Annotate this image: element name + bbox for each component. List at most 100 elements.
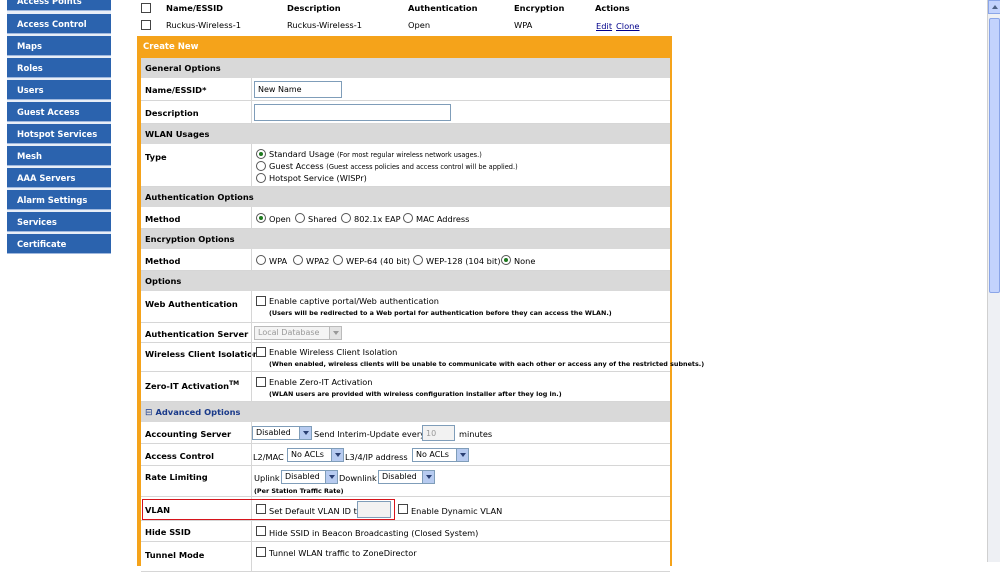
- enc-wep128-radio[interactable]: [413, 255, 423, 265]
- row-name: Ruckus-Wireless-1: [166, 20, 241, 30]
- dynamic-vlan-checkbox[interactable]: [398, 504, 408, 514]
- auth-mac-label: MAC Address: [416, 214, 470, 224]
- zero-it-label: Zero-IT ActivationTM: [145, 380, 240, 391]
- tunnel-mode-checkbox[interactable]: [256, 547, 266, 557]
- auth-shared-label: Shared: [308, 214, 337, 224]
- row-description: Ruckus-Wireless-1: [287, 20, 362, 30]
- name-label: Name/ESSID*: [145, 85, 207, 95]
- sidebar-item-hotspot-services[interactable]: Hotspot Services: [7, 124, 111, 144]
- access-control-label: Access Control: [145, 451, 214, 461]
- auth-8021x-radio[interactable]: [341, 213, 351, 223]
- description-label: Description: [145, 108, 199, 118]
- edit-link[interactable]: Edit: [596, 21, 612, 31]
- enc-none-label: None: [514, 256, 536, 266]
- col-header-description: Description: [287, 3, 341, 13]
- name-row: Name/ESSID* New Name: [141, 78, 670, 101]
- create-new-title: Create New: [143, 42, 199, 52]
- accounting-select[interactable]: Disabled: [252, 426, 312, 440]
- row-encryption: WPA: [514, 20, 533, 30]
- auth-method-row: Method Open Shared 802.1x EAP MAC Addres…: [141, 207, 670, 229]
- auth-mac-radio[interactable]: [403, 213, 413, 223]
- zero-it-text: Enable Zero-IT Activation: [269, 377, 373, 387]
- chevron-down-icon: [422, 471, 434, 483]
- type-label: Type: [145, 152, 167, 162]
- hide-ssid-label: Hide SSID: [145, 527, 191, 537]
- enc-wpa-label: WPA: [269, 256, 288, 266]
- create-new-panel: Create New General Options Name/ESSID* N…: [137, 36, 704, 572]
- scrollbar-thumb[interactable]: [989, 18, 1000, 293]
- rate-limiting-label: Rate Limiting: [145, 472, 208, 482]
- zero-it-checkbox[interactable]: [256, 377, 266, 387]
- enc-wep64-radio[interactable]: [333, 255, 343, 265]
- general-options-header: General Options: [141, 58, 670, 78]
- sidebar-item-roles[interactable]: Roles: [7, 58, 111, 78]
- sidebar-item-mesh[interactable]: Mesh: [7, 146, 111, 166]
- interim-unit: minutes: [459, 429, 493, 439]
- name-input[interactable]: New Name: [254, 81, 342, 98]
- standard-usage-radio[interactable]: [256, 149, 266, 159]
- guest-access-label: Guest Access (Guest access policies and …: [269, 161, 518, 171]
- select-all-checkbox[interactable]: [141, 3, 151, 13]
- interim-label: Send Interim-Update every: [314, 429, 426, 439]
- sidebar: Access Points Access Control Maps Roles …: [0, 0, 120, 562]
- enc-method-row: Method WPA WPA2 WEP-64 (40 bit) WEP-128 …: [141, 249, 670, 271]
- hide-ssid-checkbox[interactable]: [256, 526, 266, 536]
- interim-input[interactable]: 10: [422, 425, 455, 441]
- web-auth-note: (Users will be redirected to a Web porta…: [269, 309, 612, 317]
- enc-wpa-radio[interactable]: [256, 255, 266, 265]
- col-header-actions: Actions: [595, 3, 630, 13]
- access-control-row: Access Control L2/MAC No ACLs L3/4/IP ad…: [141, 444, 670, 466]
- chevron-down-icon: [331, 449, 343, 461]
- enc-wpa2-radio[interactable]: [293, 255, 303, 265]
- downlink-select[interactable]: Disabled: [378, 470, 435, 484]
- accounting-row: Accounting Server Disabled Send Interim-…: [141, 422, 670, 444]
- sidebar-item-aaa-servers[interactable]: AAA Servers: [7, 168, 111, 188]
- rate-limiting-row: Rate Limiting Uplink Disabled Downlink D…: [141, 466, 670, 497]
- guest-access-radio[interactable]: [256, 161, 266, 171]
- enc-wep64-label: WEP-64 (40 bit): [346, 256, 411, 266]
- web-auth-checkbox[interactable]: [256, 296, 266, 306]
- col-header-authentication: Authentication: [408, 3, 478, 13]
- hide-ssid-text: Hide SSID in Beacon Broadcasting (Closed…: [269, 528, 479, 538]
- sidebar-item-alarm-settings[interactable]: Alarm Settings: [7, 190, 111, 210]
- hotspot-service-radio[interactable]: [256, 173, 266, 183]
- hotspot-service-label: Hotspot Service (WISPr): [269, 173, 367, 183]
- auth-shared-radio[interactable]: [295, 213, 305, 223]
- sidebar-item-guest-access[interactable]: Guest Access: [7, 102, 111, 122]
- web-auth-label: Web Authentication: [145, 299, 238, 309]
- chevron-down-icon: [325, 471, 337, 483]
- scroll-up-icon[interactable]: [988, 0, 1000, 14]
- collapse-icon[interactable]: ⊟: [145, 408, 153, 418]
- uplink-select[interactable]: Disabled: [281, 470, 338, 484]
- auth-server-select[interactable]: Local Database: [254, 326, 342, 340]
- description-row: Description: [141, 101, 670, 124]
- row-checkbox[interactable]: [141, 20, 151, 30]
- auth-open-radio[interactable]: [256, 213, 266, 223]
- enc-wep128-label: WEP-128 (104 bit): [426, 256, 501, 266]
- tunnel-mode-row: Tunnel Mode Tunnel WLAN traffic to ZoneD…: [141, 542, 670, 572]
- web-auth-row: Web Authentication Enable captive portal…: [141, 291, 670, 323]
- isolation-checkbox[interactable]: [256, 347, 266, 357]
- web-auth-text: Enable captive portal/Web authentication: [269, 296, 439, 306]
- authentication-options-header: Authentication Options: [141, 187, 670, 207]
- vertical-scrollbar[interactable]: [987, 0, 1000, 562]
- l2-acl-select[interactable]: No ACLs: [287, 448, 344, 462]
- chevron-down-icon: [299, 427, 311, 439]
- clone-link[interactable]: Clone: [616, 21, 640, 31]
- uplink-label: Uplink: [254, 473, 280, 483]
- description-input[interactable]: [254, 104, 451, 121]
- sidebar-item-access-points[interactable]: Access Points: [7, 0, 111, 11]
- sidebar-item-access-control[interactable]: Access Control: [7, 14, 111, 34]
- sidebar-item-services[interactable]: Services: [7, 212, 111, 232]
- sidebar-item-users[interactable]: Users: [7, 80, 111, 100]
- enc-none-radio[interactable]: [501, 255, 511, 265]
- advanced-options-header[interactable]: ⊟ Advanced Options: [141, 402, 670, 422]
- accounting-label: Accounting Server: [145, 429, 232, 439]
- standard-usage-label: Standard Usage (For most regular wireles…: [269, 149, 482, 159]
- enc-method-label: Method: [145, 256, 181, 266]
- auth-server-row: Authentication Server Local Database: [141, 323, 670, 343]
- col-header-name: Name/ESSID: [166, 3, 224, 13]
- sidebar-item-maps[interactable]: Maps: [7, 36, 111, 56]
- l34-acl-select[interactable]: No ACLs: [412, 448, 469, 462]
- sidebar-item-certificate[interactable]: Certificate: [7, 234, 111, 254]
